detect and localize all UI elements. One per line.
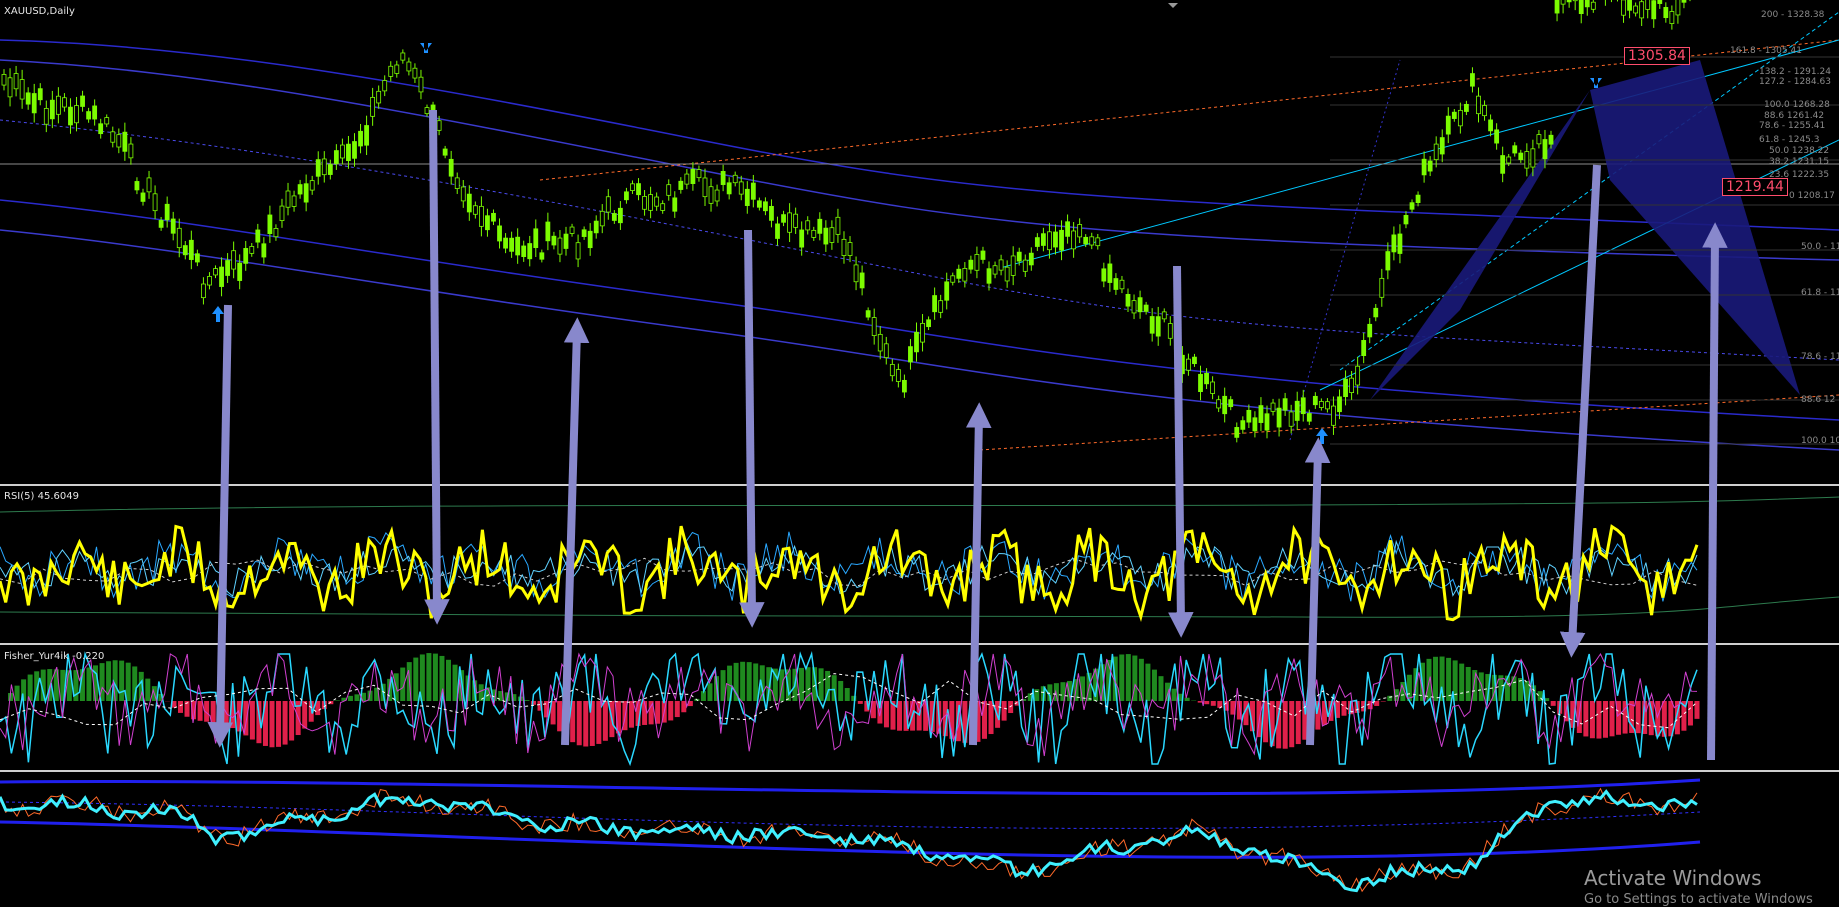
fib-level-label: 138.2 - 1291.24 <box>1759 67 1831 77</box>
candlestick-series[interactable] <box>2 0 1692 442</box>
fisher-histogram <box>8 653 1699 749</box>
pane-divider[interactable] <box>0 643 1839 645</box>
fib-level-label: 38.2 1231.15 <box>1769 157 1829 167</box>
trading-chart-window[interactable]: XAUUSD,Daily 1305.84 1219.44 200 - 1328.… <box>0 0 1839 902</box>
rsi-pane-title: RSI(5) 45.6049 <box>4 491 79 502</box>
current-price-tag: 1219.44 <box>1722 178 1788 196</box>
fib-level-label: 61.8 - 11 <box>1801 288 1839 298</box>
high-price-tag: 1305.84 <box>1624 47 1690 65</box>
bottom-oscillator-pane[interactable] <box>0 772 1839 902</box>
fib-level-label: 88.6 1261.42 <box>1764 111 1824 121</box>
oscillator-line <box>0 792 1697 891</box>
fib-level-label: 100.0 1268.28 <box>1764 100 1830 110</box>
fib-level-label: 127.2 - 1284.63 <box>1759 77 1831 87</box>
fib-level-label: 78.6 - 1255.41 <box>1759 121 1825 131</box>
scroll-handle-icon[interactable] <box>1168 3 1178 8</box>
harmonic-pattern[interactable] <box>1370 60 1800 400</box>
price-chart-pane[interactable] <box>0 0 1839 484</box>
main-pane-title: XAUUSD,Daily <box>4 6 75 17</box>
rsi-line <box>0 526 1697 620</box>
fisher-pane-title: Fisher_Yur4ik -0.220 <box>4 651 104 662</box>
fib-level-label: 61.8 - 1245.3 <box>1759 135 1820 145</box>
fib-level-label: 50.0 1238.22 <box>1769 146 1829 156</box>
envelope-bands <box>0 40 1839 450</box>
fib-level-label: 78.6 - 11 <box>1801 352 1839 362</box>
fib-level-label: 88.6 12 <box>1801 395 1835 405</box>
fib-level-label: 50.0 - 11 <box>1801 242 1839 252</box>
fib-level-label: 100.0 10 <box>1801 436 1839 446</box>
fib-level-label: 161.8 - 1305.41 <box>1730 46 1802 56</box>
activate-windows-subtitle: Go to Settings to activate Windows <box>1584 892 1813 907</box>
fisher-pane[interactable] <box>0 646 1839 770</box>
activate-windows-title: Activate Windows <box>1584 866 1762 890</box>
fib-lines <box>1330 57 1839 444</box>
fib-level-label: 0 1208.17 <box>1789 191 1835 201</box>
pane-divider[interactable] <box>0 484 1839 486</box>
fib-level-label: 200 - 1328.38 <box>1761 10 1824 20</box>
fib-level-label: 23.6 1222.35 <box>1769 170 1829 180</box>
rsi-pane[interactable] <box>0 487 1839 643</box>
